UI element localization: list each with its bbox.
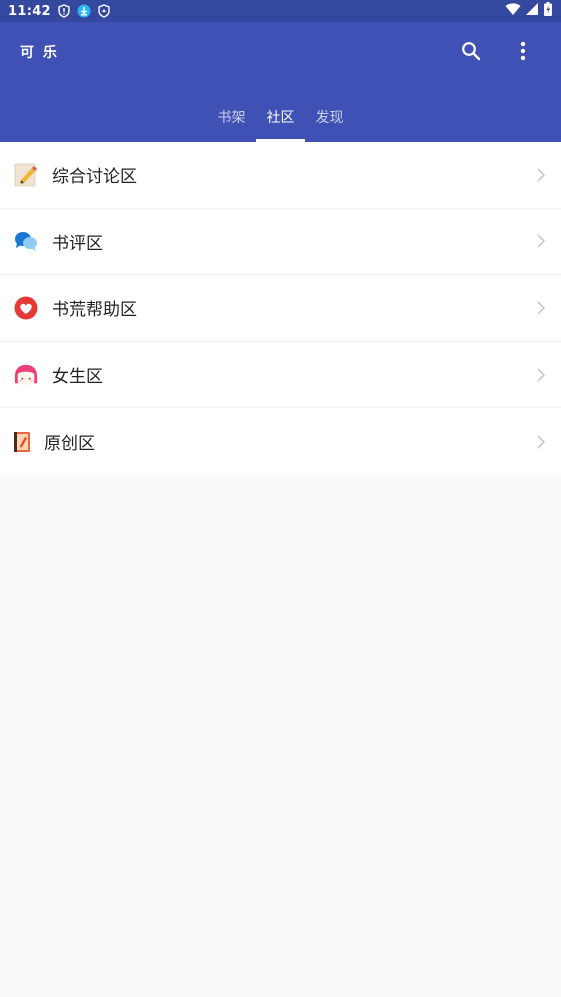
list-item-girls[interactable]: 女生区 [0, 342, 561, 409]
book-icon [14, 430, 30, 454]
list-item-book-help[interactable]: 书荒帮助区 [0, 275, 561, 342]
download-icon [77, 4, 91, 18]
list-item-label: 书评区 [52, 233, 103, 254]
list-item-label: 综合讨论区 [52, 167, 137, 188]
list-item-label: 女生区 [52, 367, 103, 388]
tab-community[interactable]: 社区 [256, 92, 305, 142]
heart-icon [14, 296, 38, 320]
status-time: 11:42 [8, 3, 51, 19]
tab-bookshelf[interactable]: 书架 [207, 92, 256, 142]
more-options-button[interactable] [508, 36, 538, 66]
more-vert-icon [520, 41, 526, 61]
chevron-right-icon [537, 301, 546, 315]
signal-icon [525, 2, 539, 20]
shield-alert-icon [57, 4, 71, 18]
app-bar: 可 乐 书架 社区 发现 [0, 22, 561, 142]
tab-bar: 书架 社区 发现 [0, 92, 561, 142]
girl-face-icon [14, 363, 38, 387]
list-item-original[interactable]: 原创区 [0, 408, 561, 475]
chat-bubbles-icon [14, 229, 38, 253]
list-item-book-review[interactable]: 书评区 [0, 209, 561, 276]
shield-lock-icon [97, 4, 111, 18]
status-bar: 11:42 [0, 0, 561, 22]
chevron-right-icon [537, 368, 546, 382]
wifi-icon [505, 2, 521, 20]
list-item-label: 原创区 [44, 434, 95, 455]
search-icon [462, 42, 481, 61]
notepad-pencil-icon [14, 163, 38, 187]
community-list: 综合讨论区 书评区 书荒帮助区 女生区 原创区 [0, 142, 561, 475]
chevron-right-icon [537, 234, 546, 248]
battery-icon [543, 2, 553, 20]
list-item-general-discussion[interactable]: 综合讨论区 [0, 142, 561, 209]
tab-discover[interactable]: 发现 [305, 92, 354, 142]
chevron-right-icon [537, 435, 546, 449]
chevron-right-icon [537, 168, 546, 182]
search-button[interactable] [456, 36, 486, 66]
app-title: 可 乐 [20, 45, 59, 61]
list-item-label: 书荒帮助区 [52, 300, 137, 321]
